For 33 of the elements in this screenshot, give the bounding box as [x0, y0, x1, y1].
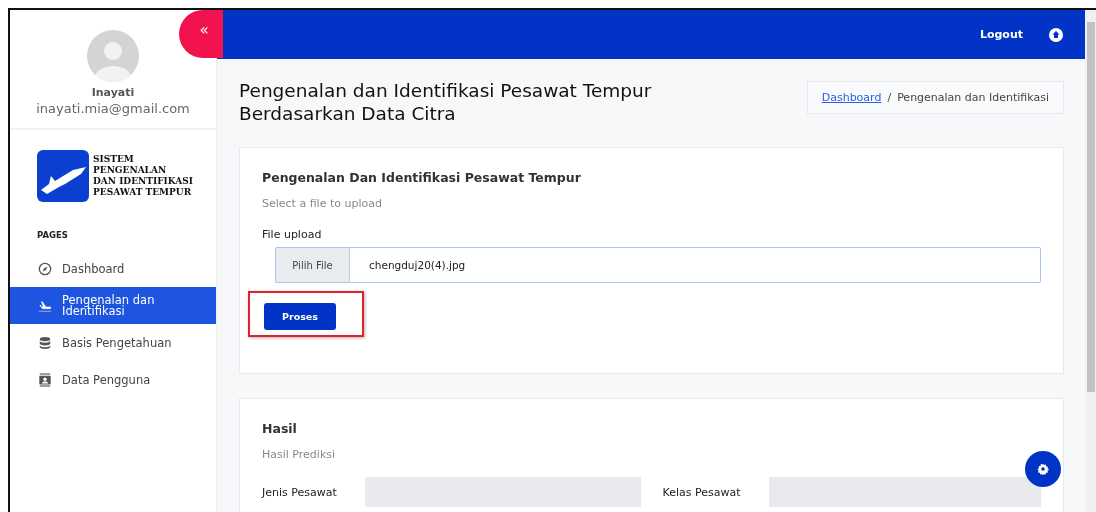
breadcrumb-separator: / — [887, 91, 892, 104]
file-field[interactable]: Pilih File chengduj20(4).jpg — [275, 247, 1041, 283]
gear-icon — [1037, 463, 1049, 475]
sidebar-item[interactable]: Data Pengguna — [10, 361, 216, 398]
breadcrumb-link[interactable]: Dashboard — [821, 91, 882, 104]
field-label: Kelas Pesawat — [662, 485, 741, 499]
field-label: Jenis Pesawat — [262, 485, 337, 499]
compass-icon — [38, 261, 52, 276]
field-label: File upload — [262, 228, 323, 241]
database-icon — [38, 335, 52, 350]
home-icon[interactable] — [1049, 27, 1063, 42]
card-title: Pengenalan Dan Identifikasi Pesawat Tempur — [262, 170, 582, 185]
avatar-icon — [87, 30, 139, 82]
scrollbar[interactable] — [1085, 10, 1096, 512]
sidebar-item[interactable]: Basis Pengetahuan — [10, 324, 216, 361]
logo-title: SISTEM PENGENALAN DAN IDENTIFIKASI PESAWAT TEMPUR — [93, 154, 193, 198]
sidebar-item[interactable]: Dashboard — [10, 250, 216, 287]
file-name: chengduj20(4).jpg — [368, 258, 466, 273]
page-title: Pengenalan dan Identifikasi Pesawat Tempur Berdasarkan Data Citra — [239, 79, 653, 125]
sidebar-item[interactable]: Pengenalan dan Identifikasi — [10, 287, 216, 324]
card-subtitle: Hasil Prediksi — [262, 448, 337, 461]
user-email: inayati.mia@gmail.com — [36, 101, 190, 116]
contact-card-icon — [38, 372, 52, 387]
jet-logo-icon — [37, 150, 89, 202]
logout-link[interactable]: Logout — [979, 28, 1023, 41]
plane-icon — [38, 298, 52, 313]
process-button[interactable]: Proses — [264, 303, 336, 330]
choose-file-button[interactable]: Pilih File — [276, 248, 350, 282]
card-title: Hasil — [262, 421, 298, 436]
breadcrumb-current: Pengenalan dan Identifikasi — [897, 91, 1049, 104]
section-heading: PAGES — [36, 229, 69, 242]
card-subtitle: Select a file to upload — [262, 197, 383, 210]
user-name: Inayati — [91, 86, 135, 99]
